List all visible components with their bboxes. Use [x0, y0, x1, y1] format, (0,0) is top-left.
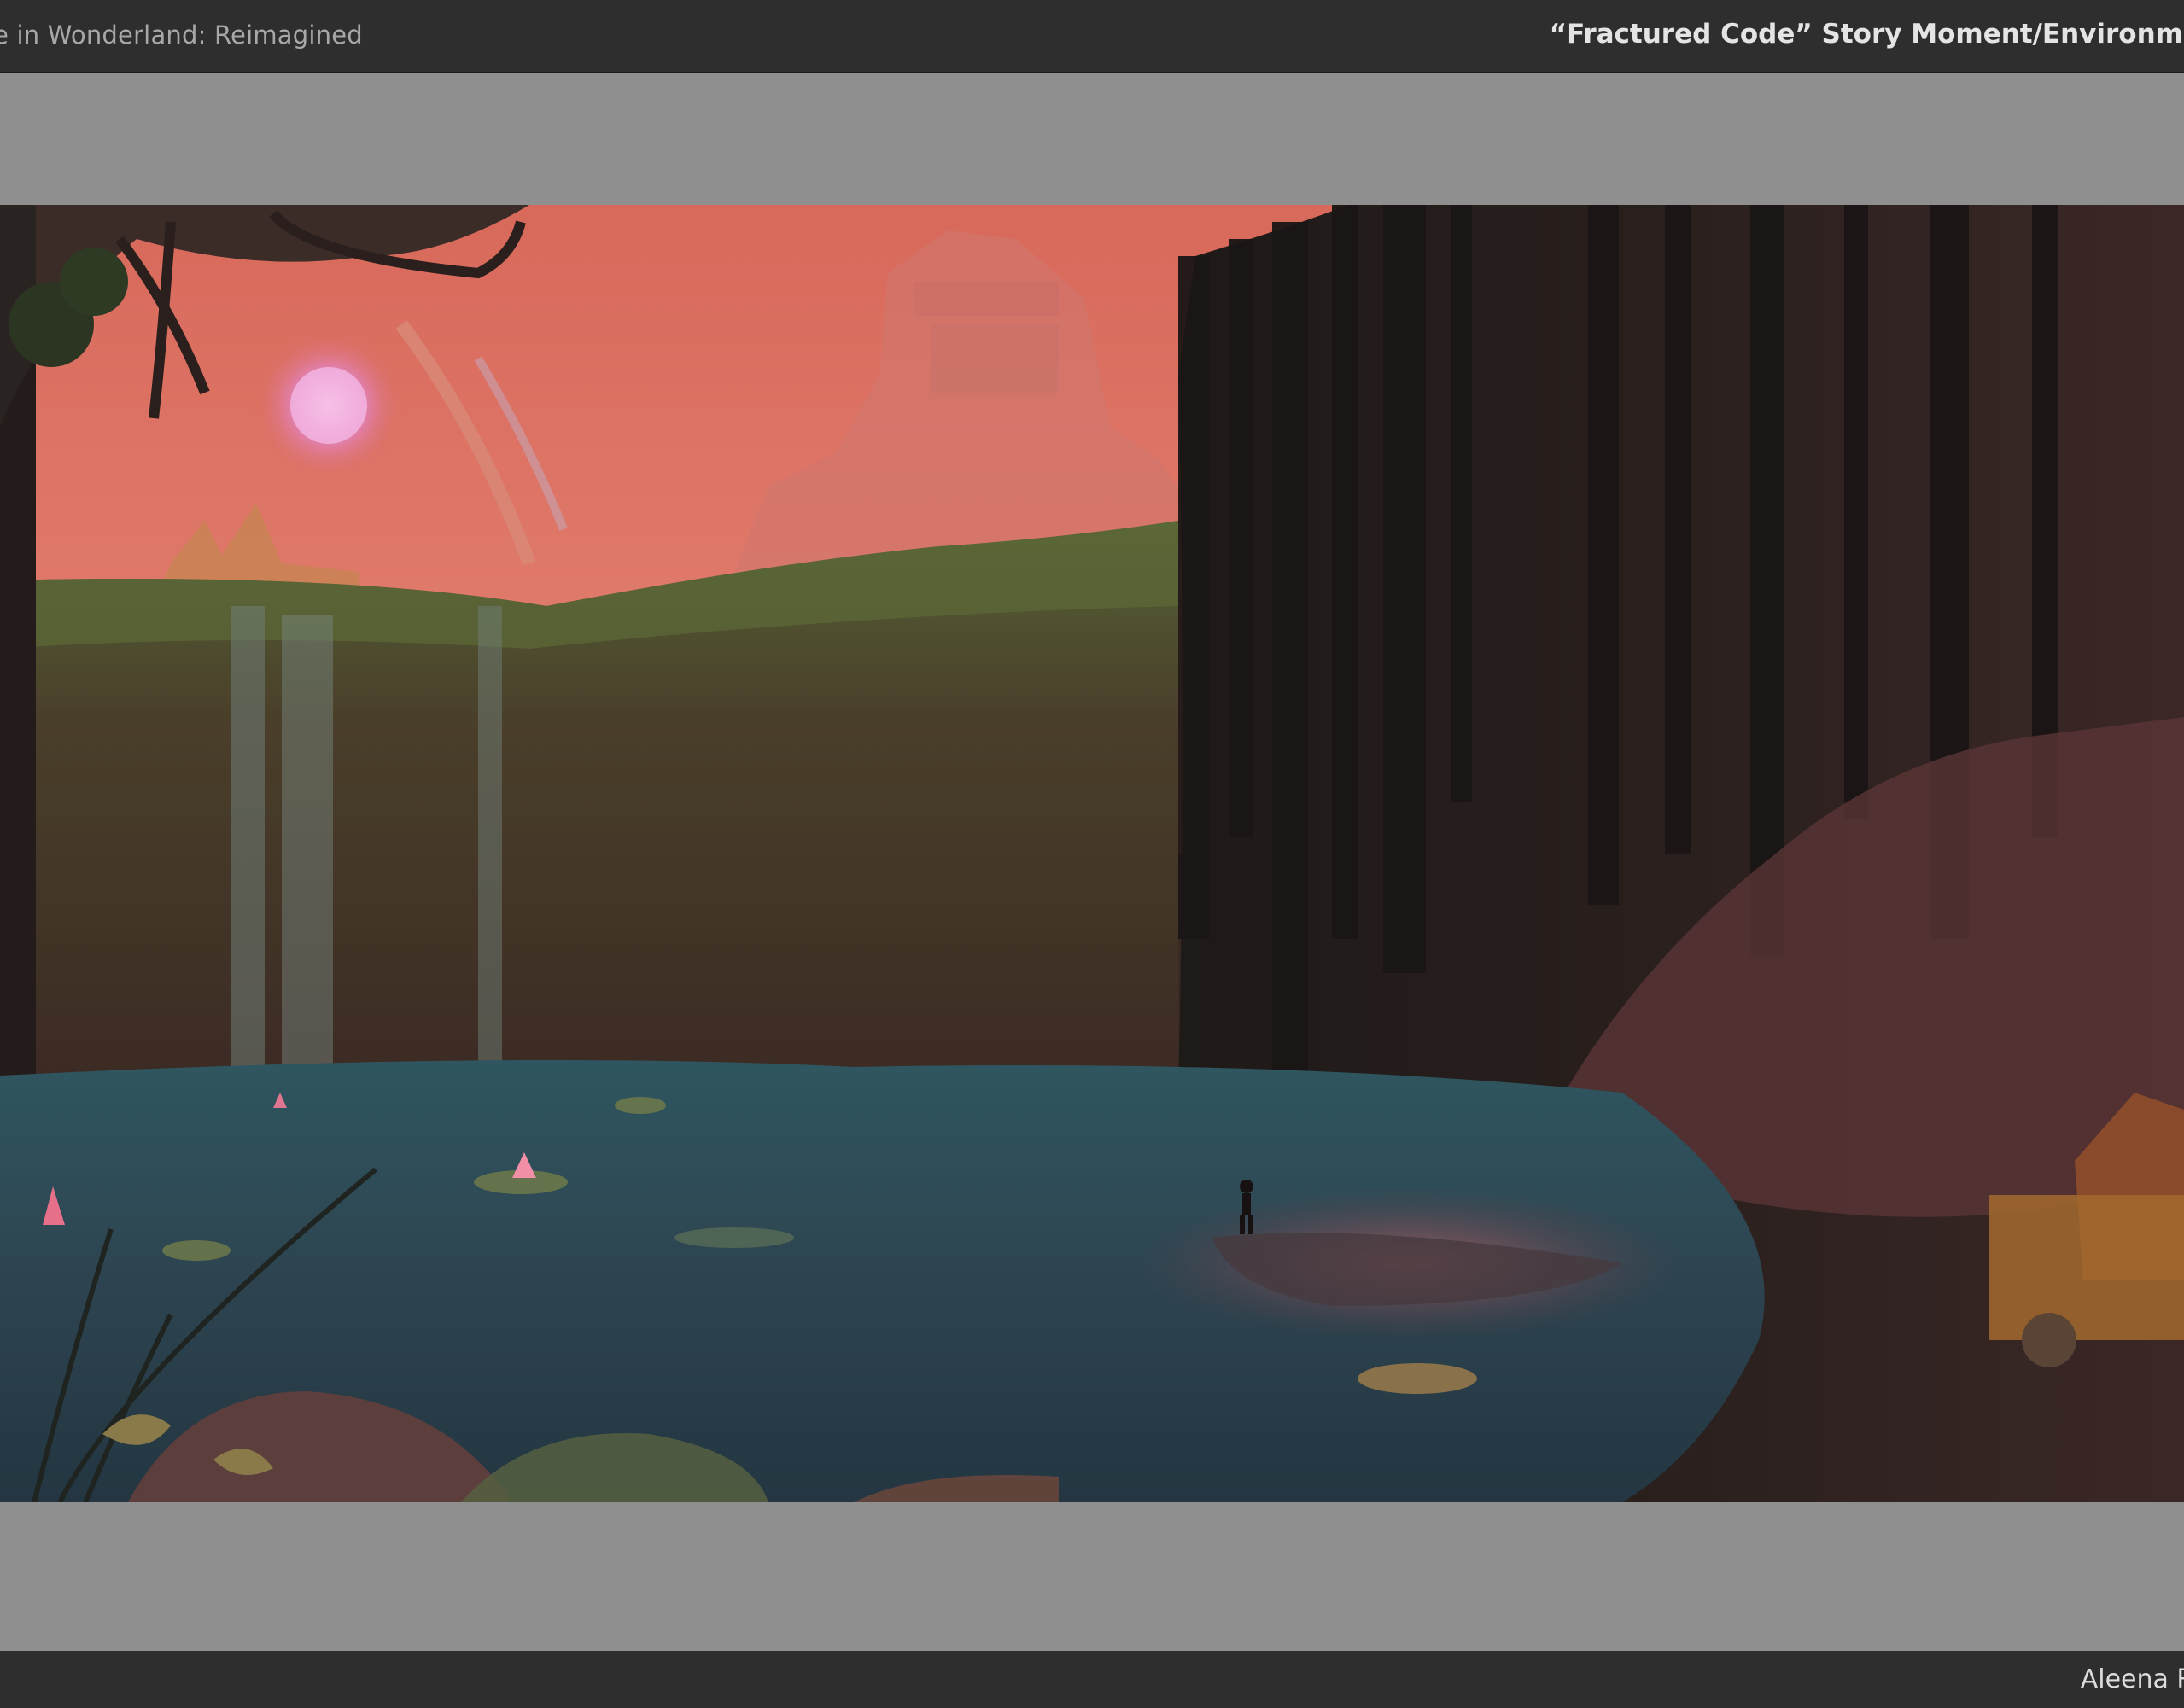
- project-title: e in Wonderland: Reimagined: [0, 20, 363, 50]
- title-bar: e in Wonderland: Reimagined “Fractured C…: [0, 0, 2184, 73]
- artist-name: Aleena Ra: [2080, 1664, 2184, 1694]
- slide-title: “Fractured Code” Story Moment/Environme: [1549, 19, 2184, 50]
- concept-art-image: [0, 205, 2184, 1502]
- footer-bar: Aleena Ra: [0, 1651, 2184, 1708]
